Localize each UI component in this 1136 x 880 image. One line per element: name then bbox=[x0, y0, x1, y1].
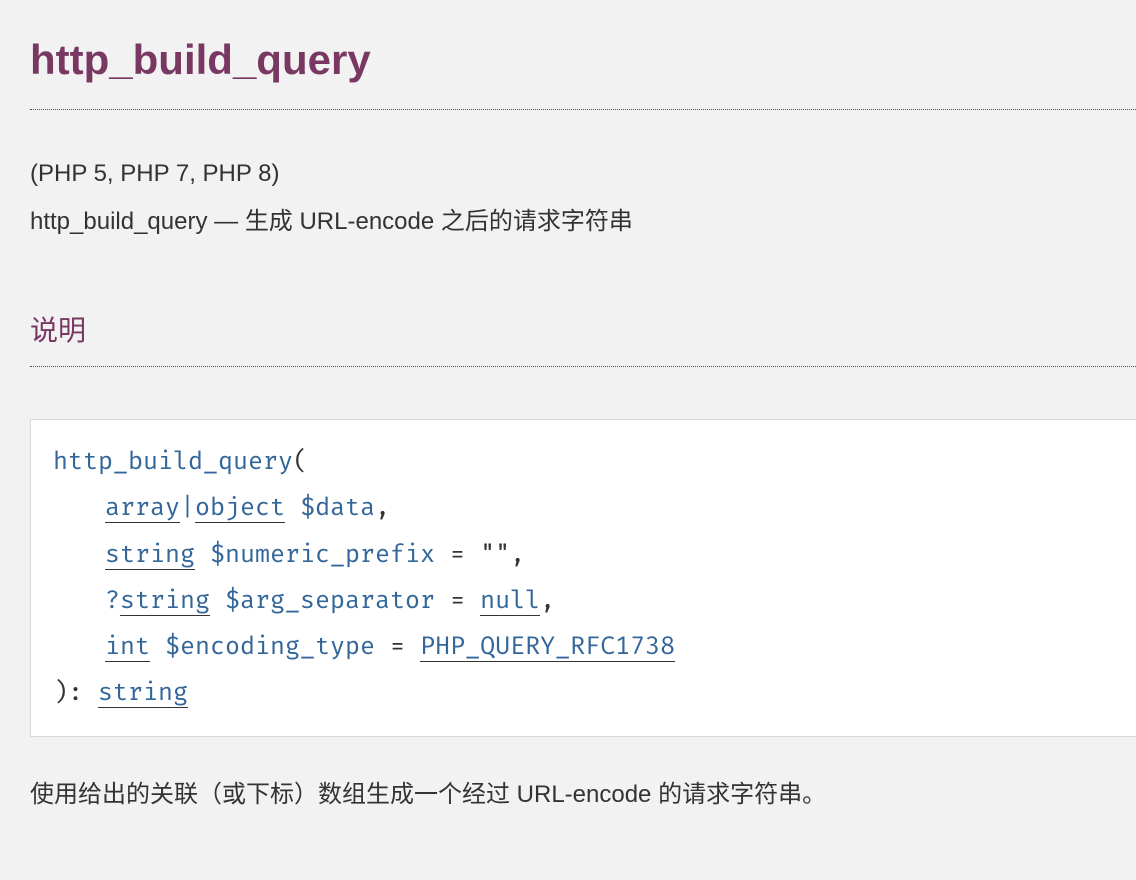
type-string-link[interactable]: string bbox=[105, 539, 195, 570]
section-heading-description: 说明 bbox=[30, 240, 1136, 367]
equals: = bbox=[375, 631, 420, 661]
function-name: http_build_query bbox=[53, 446, 293, 476]
param-line-1: string $numeric_prefix = "", bbox=[53, 531, 1114, 577]
default-empty-string: "" bbox=[480, 539, 510, 569]
space bbox=[195, 539, 210, 569]
type-object-link[interactable]: object bbox=[195, 492, 285, 523]
open-paren: ( bbox=[293, 446, 308, 476]
param-numeric-prefix: $numeric_prefix bbox=[210, 539, 435, 569]
return-type-string-link[interactable]: string bbox=[98, 677, 188, 708]
param-encoding-type: $encoding_type bbox=[165, 631, 375, 661]
param-line-0: array|object $data, bbox=[53, 484, 1114, 530]
page-title: http_build_query bbox=[30, 0, 1136, 110]
constant-php-query-rfc1738-link[interactable]: PHP_QUERY_RFC1738 bbox=[420, 631, 675, 662]
param-arg-separator: $arg_separator bbox=[225, 585, 435, 615]
type-string-link[interactable]: string bbox=[120, 585, 210, 616]
space bbox=[210, 585, 225, 615]
type-nullable-prefix: ? bbox=[105, 585, 120, 615]
param-data: $data bbox=[300, 492, 375, 522]
summary-separator: — bbox=[207, 208, 244, 235]
space bbox=[285, 492, 300, 522]
equals: = bbox=[435, 585, 480, 615]
method-synopsis: http_build_query( array|object $data, st… bbox=[30, 419, 1136, 737]
param-line-2: ?string $arg_separator = null, bbox=[53, 577, 1114, 623]
comma: , bbox=[540, 585, 555, 615]
php-version-info: (PHP 5, PHP 7, PHP 8) bbox=[30, 156, 1136, 192]
space bbox=[150, 631, 165, 661]
comma: , bbox=[510, 539, 525, 569]
type-pipe: | bbox=[180, 492, 195, 522]
type-int-link[interactable]: int bbox=[105, 631, 150, 662]
default-null-link[interactable]: null bbox=[480, 585, 540, 616]
comma: , bbox=[375, 492, 390, 522]
equals: = bbox=[435, 539, 480, 569]
function-summary: http_build_query — 生成 URL-encode 之后的请求字符… bbox=[30, 204, 1136, 240]
function-description: 使用给出的关联（或下标）数组生成一个经过 URL-encode 的请求字符串。 bbox=[30, 777, 1136, 813]
close-paren-colon: ): bbox=[53, 677, 98, 707]
summary-name: http_build_query bbox=[30, 208, 207, 235]
type-array-link[interactable]: array bbox=[105, 492, 180, 523]
param-line-3: int $encoding_type = PHP_QUERY_RFC1738 bbox=[53, 623, 1114, 669]
summary-description: 生成 URL-encode 之后的请求字符串 bbox=[245, 208, 633, 235]
